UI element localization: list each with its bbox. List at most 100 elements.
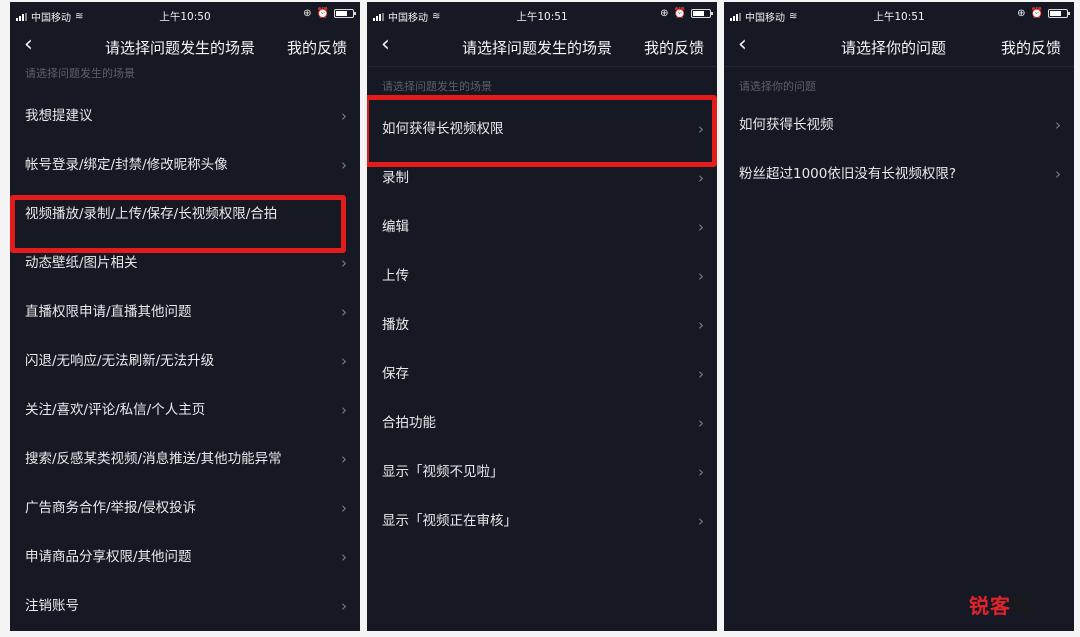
list-item-label: 注销账号 [25, 598, 79, 614]
chevron-right-icon: › [341, 254, 347, 272]
list-item-label: 粉丝超过1000依旧没有长视频权限? [739, 166, 957, 182]
battery-icon [1048, 9, 1070, 18]
watermark-logo: 锐客网 [969, 590, 1032, 619]
alarm-icon: ⏰ [673, 8, 686, 19]
chevron-right-icon: › [341, 107, 347, 125]
list-item[interactable]: 如何获得长视频 › [724, 101, 1074, 150]
list-item[interactable]: 显示「视频不见啦」 › [367, 448, 717, 497]
chevron-right-icon: › [341, 450, 347, 468]
chevron-right-icon: › [341, 499, 347, 517]
list-item-label: 广告商务合作/举报/侵权投诉 [25, 500, 197, 516]
list-item[interactable]: 搜索/反感某类视频/消息推送/其他功能异常 › [10, 435, 360, 484]
battery-icon [334, 9, 356, 18]
chevron-right-icon: › [341, 205, 347, 223]
list-item-label: 视频播放/录制/上传/保存/长视频权限/合拍 [25, 206, 278, 222]
nav-bar: ‹ 请选择问题发生的场景 我的反馈 [10, 28, 360, 66]
status-bar: 中国移动 ≋ 上午10:51 ⊕ ⏰ [367, 2, 717, 28]
list-item[interactable]: 我想提建议 › [10, 92, 360, 141]
scene-list: 如何获得长视频权限 › 录制 › 编辑 › 上传 › 播放 › 保存 › 合拍功能 › 显示「… [367, 105, 717, 546]
list-item[interactable]: 广告商务合作/举报/侵权投诉 › [10, 484, 360, 533]
list-item-label: 显示「视频不见啦」 [382, 464, 504, 480]
chevron-right-icon: › [698, 120, 704, 138]
section-header: 请选择你的问题 [739, 80, 816, 93]
list-item[interactable]: 合拍功能 › [367, 399, 717, 448]
page-title: 请选择你的问题 [841, 39, 947, 57]
chevron-right-icon: › [341, 548, 347, 566]
chevron-right-icon: › [341, 401, 347, 419]
list-item[interactable]: 粉丝超过1000依旧没有长视频权限? › [724, 150, 1074, 199]
phone-screen-1: 中国移动 ≋ 上午10:50 ⊕ ⏰ ‹ 请选择问题发生的场景 我的反馈 请选择… [10, 2, 360, 631]
list-item[interactable]: 保存 › [367, 350, 717, 399]
watermark-part-2: 网 [1011, 594, 1032, 618]
page-title: 请选择问题发生的场景 [105, 39, 256, 57]
chevron-right-icon: › [1055, 116, 1061, 134]
chevron-right-icon: › [341, 156, 347, 174]
list-item[interactable]: 编辑 › [367, 203, 717, 252]
rotation-lock-icon: ⊕ [1017, 8, 1026, 19]
list-item[interactable]: 视频播放/录制/上传/保存/长视频权限/合拍 › [10, 190, 360, 239]
list-item-label: 搜索/反感某类视频/消息推送/其他功能异常 [25, 451, 282, 467]
list-item[interactable]: 直播权限申请/直播其他问题 › [10, 288, 360, 337]
chevron-right-icon: › [341, 597, 347, 615]
phone-screen-3: 中国移动 ≋ 上午10:51 ⊕ ⏰ ‹ 请选择你的问题 我的反馈 请选择你的问… [724, 2, 1074, 631]
rotation-lock-icon: ⊕ [660, 8, 669, 19]
my-feedback-link[interactable]: 我的反馈 [644, 37, 704, 58]
scene-list: 我想提建议 › 帐号登录/绑定/封禁/修改昵称头像 › 视频播放/录制/上传/保存/… [10, 92, 360, 631]
list-item-label: 关注/喜欢/评论/私信/个人主页 [25, 402, 206, 418]
battery-icon [691, 9, 713, 18]
chevron-right-icon: › [341, 352, 347, 370]
list-item-label: 合拍功能 [382, 415, 436, 431]
list-item-label: 帐号登录/绑定/封禁/修改昵称头像 [25, 157, 228, 173]
list-item-label: 闪退/无响应/无法刷新/无法升级 [25, 353, 215, 369]
section-header: 请选择问题发生的场景 [25, 67, 135, 80]
list-item-label: 如何获得长视频 [739, 117, 834, 133]
list-item-label: 显示「视频正在审核」 [382, 513, 517, 529]
list-item-label: 编辑 [382, 219, 409, 235]
chevron-right-icon: › [698, 365, 704, 383]
chevron-right-icon: › [1055, 165, 1061, 183]
chevron-right-icon: › [698, 463, 704, 481]
section-header: 请选择问题发生的场景 [382, 80, 492, 93]
back-arrow-icon[interactable]: ‹ [24, 34, 33, 56]
list-item-label: 我想提建议 [25, 108, 93, 124]
status-bar: 中国移动 ≋ 上午10:50 ⊕ ⏰ [10, 2, 360, 28]
chevron-right-icon: › [341, 303, 347, 321]
my-feedback-link[interactable]: 我的反馈 [1001, 37, 1061, 58]
list-item-label: 直播权限申请/直播其他问题 [25, 304, 192, 320]
status-bar: 中国移动 ≋ 上午10:51 ⊕ ⏰ [724, 2, 1074, 28]
list-item-label: 如何获得长视频权限 [382, 121, 504, 137]
question-list: 如何获得长视频 › 粉丝超过1000依旧没有长视频权限? › [724, 101, 1074, 199]
list-item[interactable]: 上传 › [367, 252, 717, 301]
list-item-label: 动态壁纸/图片相关 [25, 255, 138, 271]
nav-bar: ‹ 请选择问题发生的场景 我的反馈 [367, 28, 717, 66]
list-item[interactable]: 帐号登录/绑定/封禁/修改昵称头像 › [10, 141, 360, 190]
chevron-right-icon: › [698, 512, 704, 530]
list-item-label: 保存 [382, 366, 409, 382]
list-item[interactable]: 申请商品分享权限/其他问题 › [10, 533, 360, 582]
nav-bar: ‹ 请选择你的问题 我的反馈 [724, 28, 1074, 66]
list-item[interactable]: 显示「视频正在审核」 › [367, 497, 717, 546]
list-item[interactable]: 录制 › [367, 154, 717, 203]
list-item[interactable]: 播放 › [367, 301, 717, 350]
chevron-right-icon: › [698, 414, 704, 432]
list-item[interactable]: 如何获得长视频权限 › [367, 105, 717, 154]
chevron-right-icon: › [698, 169, 704, 187]
list-item[interactable]: 关注/喜欢/评论/私信/个人主页 › [10, 386, 360, 435]
chevron-right-icon: › [698, 316, 704, 334]
chevron-right-icon: › [698, 218, 704, 236]
back-arrow-icon[interactable]: ‹ [738, 34, 747, 56]
page-title: 请选择问题发生的场景 [462, 39, 613, 57]
alarm-icon: ⏰ [316, 8, 329, 19]
list-item[interactable]: 闪退/无响应/无法刷新/无法升级 › [10, 337, 360, 386]
list-item[interactable]: 动态壁纸/图片相关 › [10, 239, 360, 288]
alarm-icon: ⏰ [1030, 8, 1043, 19]
watermark-part-1: 锐客 [969, 594, 1011, 618]
back-arrow-icon[interactable]: ‹ [381, 34, 390, 56]
phone-screen-2: 中国移动 ≋ 上午10:51 ⊕ ⏰ ‹ 请选择问题发生的场景 我的反馈 请选择… [367, 2, 717, 631]
list-item-label: 播放 [382, 317, 409, 333]
list-item-label: 申请商品分享权限/其他问题 [25, 549, 192, 565]
my-feedback-link[interactable]: 我的反馈 [287, 37, 347, 58]
screenshot-canvas: 中国移动 ≋ 上午10:50 ⊕ ⏰ ‹ 请选择问题发生的场景 我的反馈 请选择… [0, 0, 1080, 637]
chevron-right-icon: › [698, 267, 704, 285]
list-item[interactable]: 注销账号 › [10, 582, 360, 631]
